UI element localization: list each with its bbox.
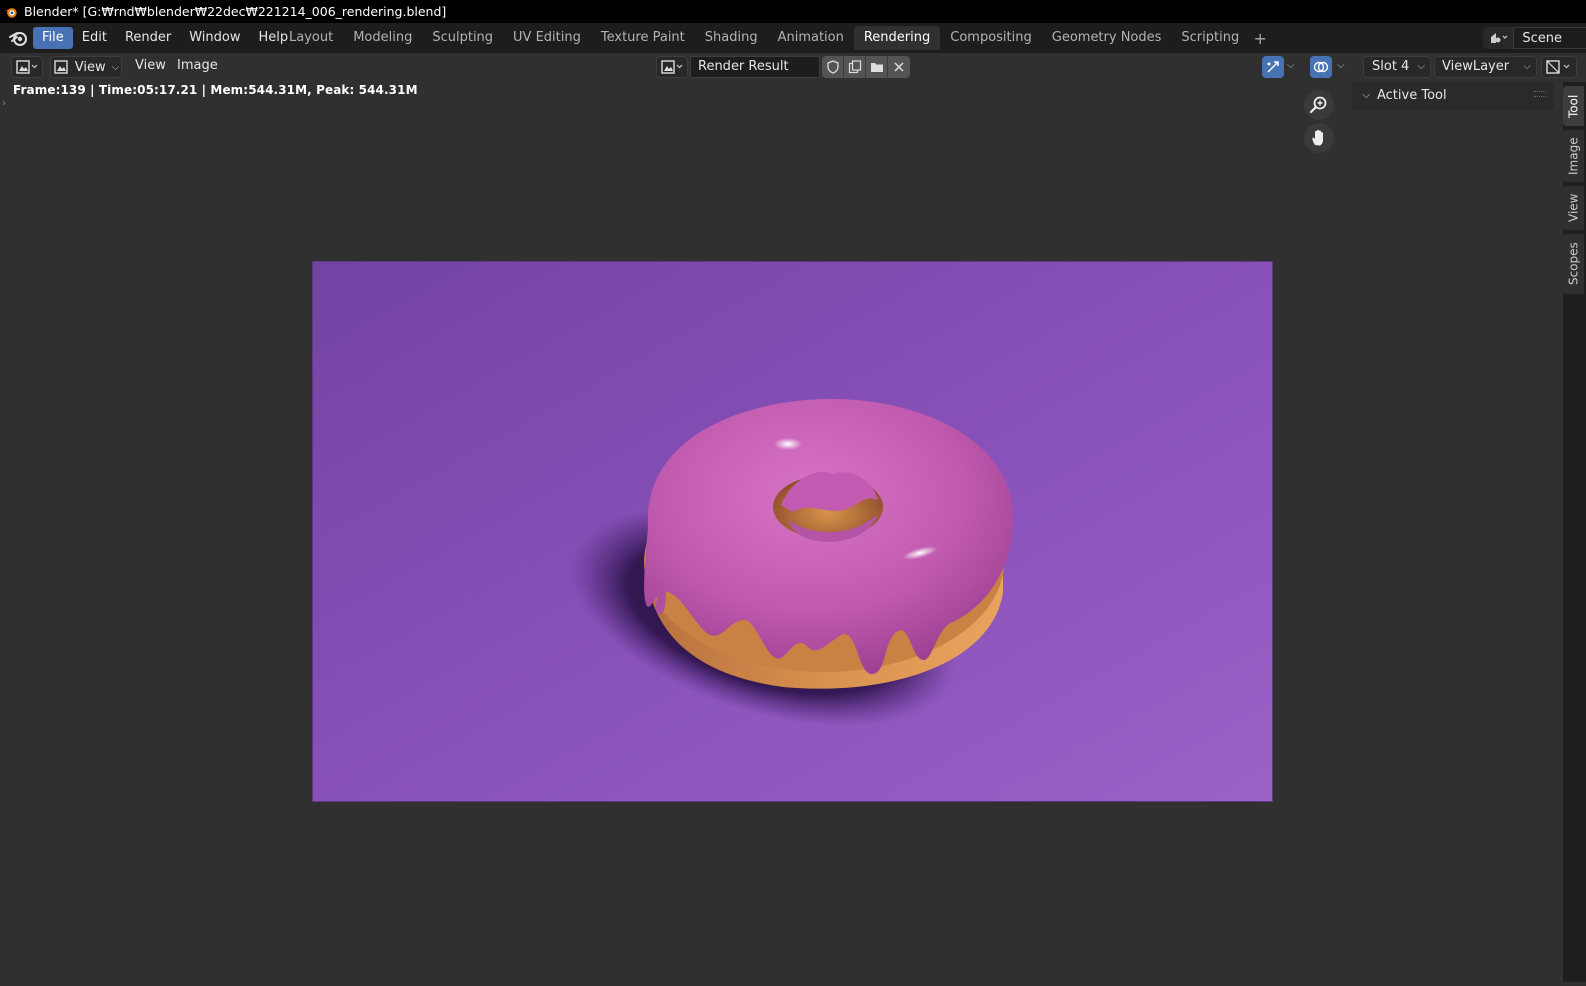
add-workspace-button[interactable]: +	[1249, 29, 1271, 48]
drag-handle-icon[interactable]	[1534, 91, 1546, 97]
open-image-button[interactable]	[866, 56, 888, 78]
chevron-down-icon: ⌵	[1417, 61, 1425, 72]
sidebar-tab-tool[interactable]: Tool	[1563, 86, 1584, 126]
menu-render[interactable]: Render	[116, 27, 180, 49]
image-menu[interactable]: Image	[169, 55, 226, 77]
view-layer-label: ViewLayer	[1442, 59, 1510, 74]
hand-icon	[1312, 129, 1323, 146]
duplicate-icon	[848, 60, 861, 74]
window-titlebar: Blender* [G:₩rnd₩blender₩22dec₩221214_00…	[0, 0, 1586, 23]
chevron-down-icon[interactable]: ⌵	[1337, 60, 1345, 71]
uv-sync-toggle[interactable]	[1262, 56, 1284, 78]
image-actions	[822, 56, 910, 78]
render-slot-dropdown[interactable]: Slot 4 ⌵	[1363, 56, 1431, 78]
blender-icon	[9, 32, 27, 46]
zoom-icon	[1309, 96, 1327, 114]
tab-rendering[interactable]: Rendering	[853, 26, 941, 50]
chevron-down-icon[interactable]: ⌵	[1287, 60, 1295, 71]
chevron-down-icon: ⌵	[111, 61, 120, 73]
scene-icon[interactable]	[1483, 27, 1514, 49]
toolbar-expand-icon[interactable]: ›	[2, 98, 6, 109]
sidebar-tab-view[interactable]: View	[1563, 186, 1584, 230]
display-channels-dropdown[interactable]	[1541, 56, 1577, 78]
shield-icon	[826, 60, 839, 74]
browse-image-icon	[661, 60, 683, 74]
uv-sync-icon	[1267, 61, 1279, 73]
image-editor-icon	[16, 60, 38, 74]
tab-sculpting[interactable]: Sculpting	[422, 26, 503, 50]
workspace-tabs: Layout Modeling Sculpting UV Editing Tex…	[279, 26, 1271, 50]
tab-geometry-nodes[interactable]: Geometry Nodes	[1042, 26, 1172, 50]
editor-type-dropdown[interactable]	[11, 56, 43, 78]
tab-layout[interactable]: Layout	[279, 26, 343, 50]
tab-shading[interactable]: Shading	[695, 26, 768, 50]
view-mode-dropdown[interactable]: View ⌵	[50, 56, 122, 78]
main-menu: File Edit Render Window Help	[33, 27, 297, 49]
render-result-image[interactable]	[312, 261, 1273, 802]
tab-modeling[interactable]: Modeling	[343, 26, 422, 50]
display-channels-icon	[1546, 60, 1570, 74]
sidebar-tab-image[interactable]: Image	[1563, 130, 1584, 182]
new-image-button[interactable]	[844, 56, 866, 78]
image-name-field[interactable]: Render Result	[690, 56, 820, 78]
image-view-icon	[54, 60, 68, 74]
top-bar: File Edit Render Window Help Layout Mode…	[0, 23, 1586, 53]
menu-window[interactable]: Window	[180, 27, 249, 49]
scene-selector[interactable]: Scene	[1483, 26, 1586, 50]
chevron-down-icon: ⌵	[1523, 61, 1531, 72]
folder-icon	[870, 63, 883, 72]
menu-file[interactable]: File	[33, 27, 73, 49]
tab-scripting[interactable]: Scripting	[1171, 26, 1249, 50]
view-menu[interactable]: View	[127, 55, 174, 77]
blender-menu-button[interactable]	[3, 23, 33, 53]
view-mode-label: View	[74, 59, 106, 75]
view-layer-dropdown[interactable]: ViewLayer ⌵	[1434, 56, 1537, 78]
render-slot-label: Slot 4	[1372, 59, 1410, 74]
chevron-down-icon[interactable]: ⌵	[1362, 88, 1370, 102]
window-title: Blender* [G:₩rnd₩blender₩22dec₩221214_00…	[24, 4, 447, 19]
browse-image-dropdown[interactable]	[656, 56, 688, 78]
tab-animation[interactable]: Animation	[768, 26, 854, 50]
overlay-icon	[1313, 61, 1329, 73]
zoom-button[interactable]	[1304, 90, 1334, 120]
tab-texture-paint[interactable]: Texture Paint	[591, 26, 695, 50]
fake-user-button[interactable]	[822, 56, 844, 78]
pan-button[interactable]	[1304, 123, 1334, 153]
unlink-image-button[interactable]	[888, 56, 910, 78]
sidebar-tab-scopes[interactable]: Scopes	[1563, 234, 1584, 294]
active-tool-panel-title: Active Tool	[1377, 88, 1447, 103]
blender-logo-icon	[4, 7, 17, 18]
overlay-toggle[interactable]	[1310, 56, 1332, 78]
donut-render	[313, 262, 1272, 801]
close-icon	[894, 62, 904, 72]
tab-compositing[interactable]: Compositing	[940, 26, 1042, 50]
scene-name[interactable]: Scene	[1513, 27, 1586, 49]
menu-edit[interactable]: Edit	[73, 27, 116, 49]
tab-uv-editing[interactable]: UV Editing	[503, 26, 591, 50]
render-info-text: Frame:139 | Time:05:17.21 | Mem:544.31M,…	[13, 83, 418, 97]
